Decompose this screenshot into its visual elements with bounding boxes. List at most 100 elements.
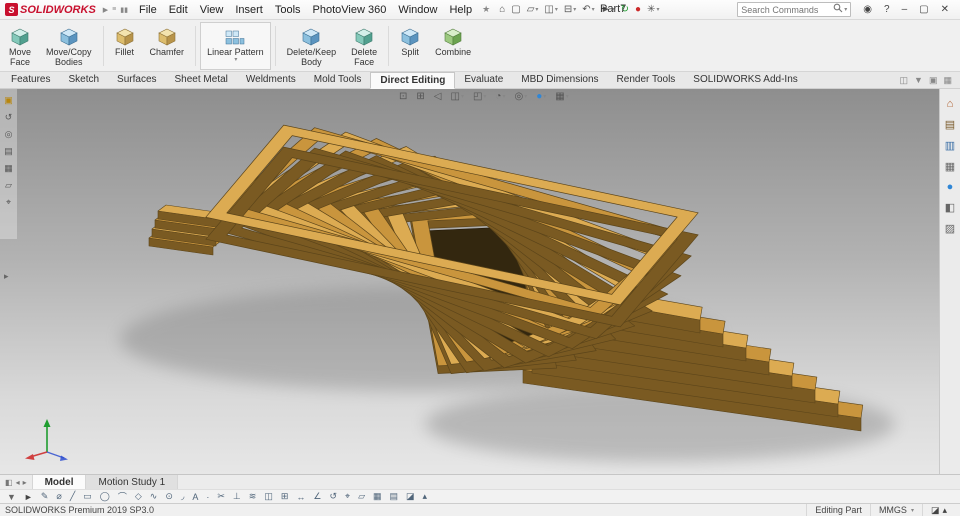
move-copy-bodies-button[interactable]: Move/Copy Bodies — [39, 22, 99, 70]
sketch-icon[interactable]: ✎ — [37, 491, 53, 502]
fillet-button[interactable]: Fillet — [108, 22, 142, 70]
new-document-icon[interactable]: ▢ — [508, 4, 523, 15]
instant2d-icon[interactable]: ▤ — [386, 491, 403, 502]
polygon-icon[interactable]: ◇ — [131, 491, 146, 502]
ribbon-tab-surfaces[interactable]: Surfaces — [108, 72, 165, 88]
ribbon-tab-mold-tools[interactable]: Mold Tools — [305, 72, 371, 88]
list-icon[interactable]: ≡ — [112, 6, 116, 13]
user-icon[interactable]: ◉ — [857, 4, 878, 15]
smart-dimension-icon[interactable]: ⌀ — [52, 491, 65, 502]
ribbon-tab-render-tools[interactable]: Render Tools — [608, 72, 685, 88]
appearances-pane-icon[interactable]: ● — [947, 181, 954, 193]
delete-keep-body-button[interactable]: Delete/Keep Body — [280, 22, 344, 70]
menu-item-tools[interactable]: Tools — [269, 3, 307, 17]
graphics-viewport[interactable]: ⊡ ⊞ ◁ ◫ ▾ ◰ ▾ ◔ ▾ ◎ ▾ ● ▾ ▦ ▾ ▣ ↺ ◎ ▤ ▦ ▱ ⌖ ▸ ⌂ ▤ ▥ ▦ ● ◧ ▨ — [0, 89, 960, 474]
text-icon[interactable]: A — [188, 492, 202, 502]
section-view-icon[interactable]: ◫ ▾ — [447, 91, 466, 102]
ribbon-tab-solidworks-add-ins[interactable]: SOLIDWORKS Add-Ins — [684, 72, 806, 88]
units-selector[interactable]: MMGS ▾ — [869, 504, 922, 516]
ribbon-tab-direct-editing[interactable]: Direct Editing — [370, 72, 456, 89]
close-icon[interactable]: ✕ — [935, 4, 955, 15]
view-palette-icon[interactable]: ▦ — [945, 160, 955, 173]
resources-home-icon[interactable]: ⌂ — [947, 98, 954, 110]
material-icon[interactable]: ▦ — [4, 163, 13, 174]
move-face-button[interactable]: Move Face — [2, 22, 38, 70]
display-style-icon[interactable]: ◔ ▾ — [492, 91, 508, 102]
tab-scroll-left-icon[interactable]: ◂ — [16, 478, 20, 487]
part-icon[interactable]: ▣ — [4, 95, 13, 106]
ribbon-tab-sheet-metal[interactable]: Sheet Metal — [166, 72, 237, 88]
search-input[interactable] — [741, 4, 834, 15]
file-explorer-icon[interactable]: ▥ — [945, 139, 955, 152]
point-icon[interactable]: · — [202, 492, 213, 502]
units-icon[interactable]: ▴ — [419, 491, 432, 502]
menu-item-view[interactable]: View — [194, 3, 230, 17]
view-orientation-icon[interactable]: ◰ ▾ — [470, 91, 489, 102]
arc-icon[interactable]: ⌒ — [114, 490, 131, 503]
shaded-contours-icon[interactable]: ◪ — [402, 491, 419, 502]
search-dropdown-icon[interactable]: ▾ — [844, 6, 847, 13]
status-expand-icon[interactable]: ▴ — [942, 505, 947, 516]
model-tab-motion-study-1[interactable]: Motion Study 1 — [86, 475, 179, 489]
minimize-icon[interactable]: – — [896, 4, 914, 15]
mirror-entities-icon[interactable]: ◫ — [260, 491, 277, 502]
open-icon[interactable]: ▱ ▾ — [524, 4, 542, 15]
display-relations-icon[interactable]: ∠ — [309, 491, 325, 502]
trim-entities-icon[interactable]: ✂ — [213, 491, 229, 502]
help-icon[interactable]: ? — [878, 4, 896, 15]
rectangle-icon[interactable]: ▭ — [79, 491, 96, 502]
annotations-icon[interactable]: ▤ — [4, 146, 13, 157]
print-icon[interactable]: ⊟ ▾ — [561, 4, 579, 15]
ribbon-pin-icon[interactable]: ▼ — [914, 75, 923, 86]
scene-icon[interactable]: ▦ ▾ — [552, 91, 571, 102]
linear-pattern-dropdown-icon[interactable]: ▾ — [234, 57, 237, 64]
chamfer-button[interactable]: Chamfer — [143, 22, 192, 70]
ribbon-tab-evaluate[interactable]: Evaluate — [455, 72, 512, 88]
origin-icon[interactable]: ⌖ — [6, 197, 11, 208]
splitter-icon[interactable]: ◧ — [5, 478, 13, 487]
sketch-fillet-icon[interactable]: ◞ — [177, 491, 189, 502]
appearances-icon[interactable]: ● ▾ — [533, 91, 549, 102]
hide-show-items-icon[interactable]: ◎ ▾ — [511, 91, 530, 102]
plane-icon[interactable]: ▱ — [354, 491, 369, 502]
scenes-icon[interactable]: ◧ — [945, 201, 955, 214]
circle-icon[interactable]: ◯ — [96, 491, 114, 502]
status-tag-icon[interactable]: ◪ — [931, 505, 940, 516]
play-icon[interactable]: ▶ — [103, 6, 108, 14]
linear-pattern-icon[interactable]: ⊞ — [277, 491, 293, 502]
sensors-icon[interactable]: ◎ — [5, 129, 13, 140]
zoom-fit-icon[interactable]: ⊡ — [396, 91, 410, 102]
pause-icon[interactable]: ▮▮ — [120, 6, 128, 14]
menu-item-photoview-360[interactable]: PhotoView 360 — [307, 3, 393, 17]
offset-entities-icon[interactable]: ≋ — [245, 491, 261, 502]
menu-item-help[interactable]: Help — [443, 3, 478, 17]
combine-button[interactable]: Combine — [428, 22, 478, 70]
menu-item-file[interactable]: File — [133, 3, 163, 17]
menu-item-edit[interactable]: Edit — [163, 3, 194, 17]
move-entities-icon[interactable]: ↔ — [292, 492, 309, 502]
stoplight-icon[interactable]: ● — [632, 4, 644, 15]
model-tab-model[interactable]: Model — [32, 475, 87, 489]
search-box[interactable]: ▾ — [737, 2, 852, 17]
custom-properties-icon[interactable]: ▨ — [945, 222, 955, 235]
ribbon-tab-features[interactable]: Features — [2, 72, 59, 88]
ribbon-tab-mbd-dimensions[interactable]: MBD Dimensions — [512, 72, 607, 88]
ribbon-tab-weldments[interactable]: Weldments — [237, 72, 305, 88]
selection-filter-icon[interactable]: ▼ — [3, 492, 20, 502]
select-arrow-icon[interactable]: ► — [20, 492, 37, 502]
ellipse-icon[interactable]: ⊙ — [161, 491, 177, 502]
plane-icon[interactable]: ▱ — [5, 180, 12, 191]
repair-sketch-icon[interactable]: ↺ — [325, 491, 341, 502]
featuremanager-toggle-icon[interactable]: ◫ — [900, 75, 909, 86]
spline-icon[interactable]: ∿ — [146, 491, 162, 502]
menu-item-window[interactable]: Window — [392, 3, 443, 17]
line-icon[interactable]: ╱ — [66, 491, 79, 502]
home-icon[interactable]: ⌂ — [496, 4, 508, 15]
zoom-area-icon[interactable]: ⊞ — [413, 91, 427, 102]
undo-icon[interactable]: ↶ ▾ — [579, 4, 597, 15]
ribbon-tab-sketch[interactable]: Sketch — [59, 72, 108, 88]
tab-scroll-right-icon[interactable]: ▸ — [23, 478, 27, 487]
menu-item-insert[interactable]: Insert — [229, 3, 269, 17]
menu-pin-icon[interactable]: ★ — [482, 4, 490, 15]
linear-pattern-button[interactable]: Linear Pattern ▾ — [200, 22, 271, 70]
